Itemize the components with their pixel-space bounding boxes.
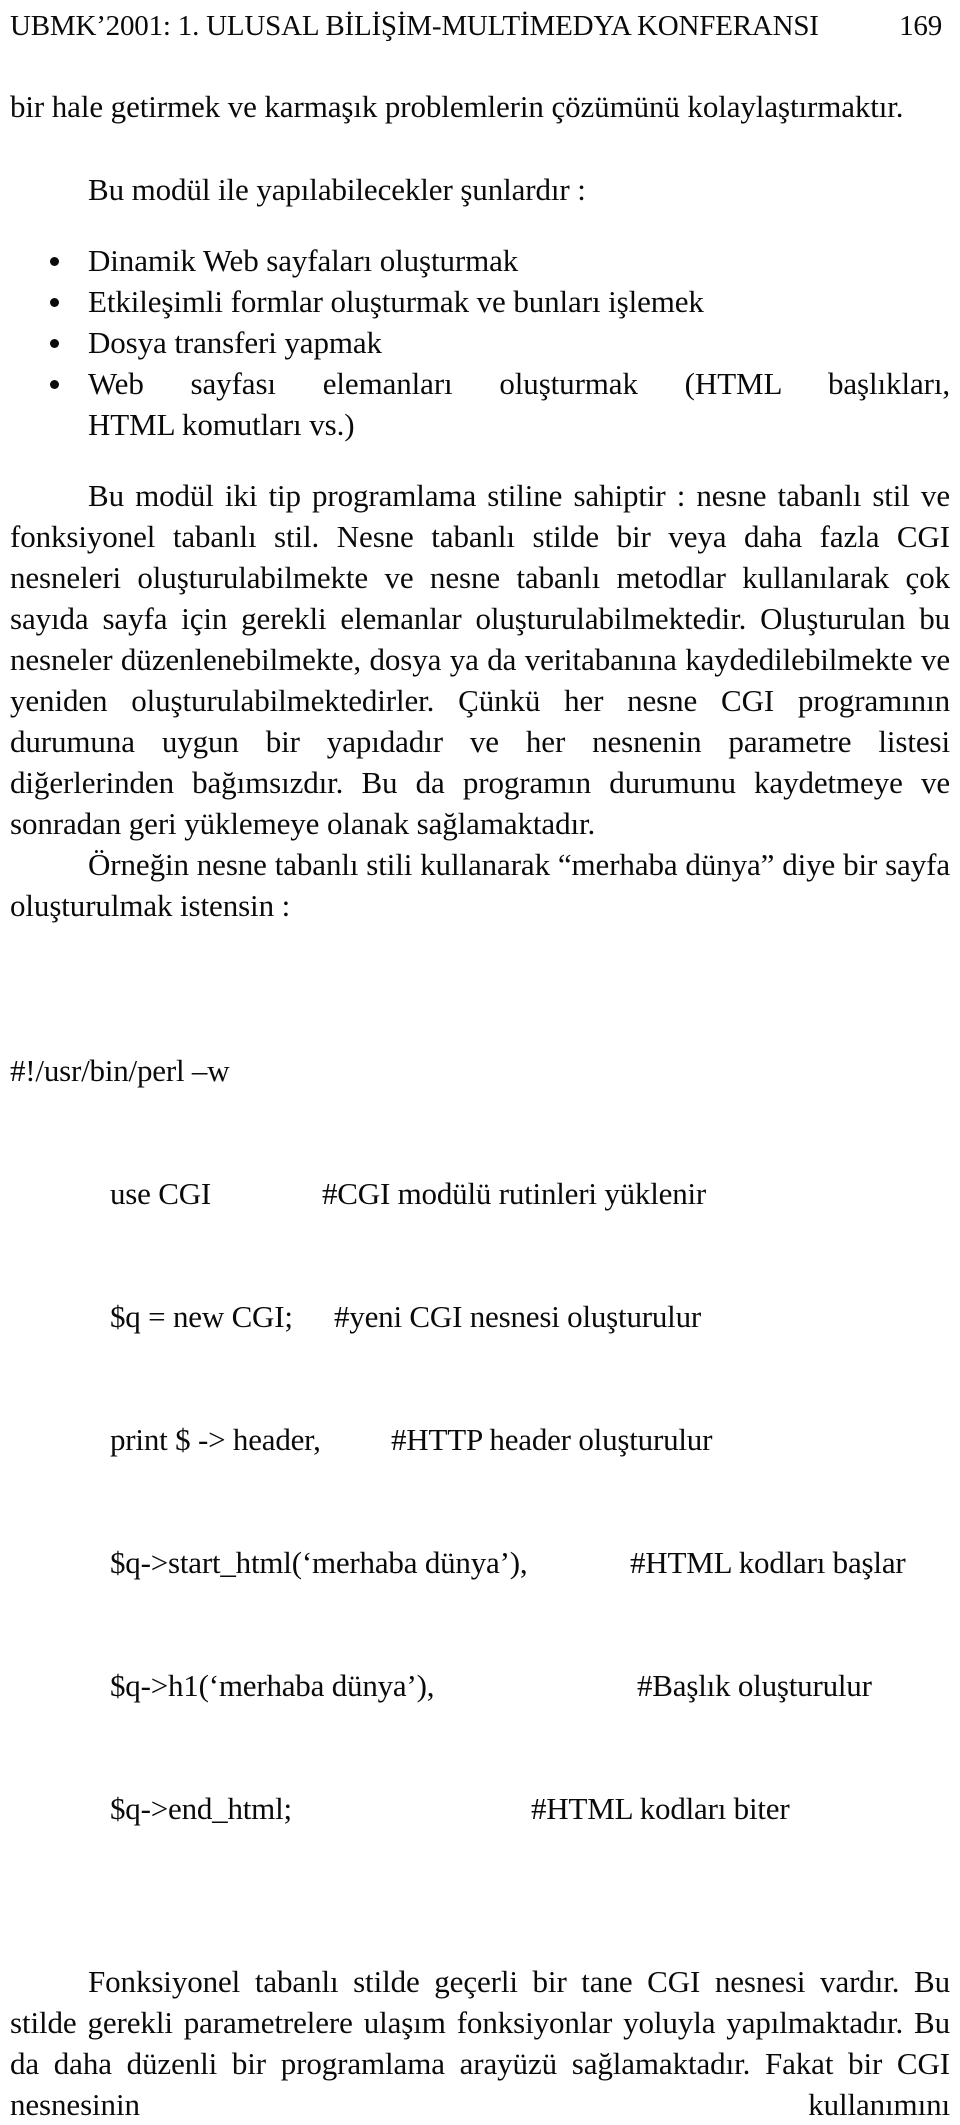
- code-source: $q->start_html(‘merhaba dünya’),: [110, 1545, 528, 1580]
- text-column: bir hale getirmek ve karmaşık problemler…: [10, 86, 950, 2125]
- paragraph-3: Bu modül iki tip programlama stiline sah…: [10, 478, 950, 841]
- list-item: Web sayfası elemanları oluşturmak (HTML …: [10, 363, 950, 445]
- paragraph-2: Bu modül ile yapılabilecekler şunlardır …: [88, 172, 586, 207]
- list-item-label: Web sayfası elemanları oluşturmak (HTML …: [88, 366, 950, 401]
- code-source: $q->h1(‘merhaba dünya’),: [110, 1668, 435, 1703]
- bullet-dot-icon: [50, 298, 59, 307]
- code-shebang: #!/usr/bin/perl –w: [10, 1053, 230, 1088]
- running-header: UBMK’2001: 1. ULUSAL BİLİŞİM-MULTİMEDYA …: [10, 8, 950, 52]
- paragraph-1: bir hale getirmek ve karmaşık problemler…: [10, 89, 904, 124]
- code-comment: #HTML kodları biter: [531, 1791, 790, 1826]
- list-item-label-continuation: HTML komutları vs.): [88, 407, 355, 442]
- list-item: Dosya transferi yapmak: [10, 322, 950, 363]
- code-line: $q->end_html; #HTML kodları biter: [10, 1788, 950, 1829]
- code-source: $q = new CGI;: [110, 1299, 293, 1334]
- code-source: use CGI: [110, 1176, 212, 1211]
- list-item: Etkileşimli formlar oluşturmak ve bunlar…: [10, 281, 950, 322]
- code-line: #!/usr/bin/perl –w: [10, 1050, 950, 1091]
- code-line: $q->h1(‘merhaba dünya’), #Başlık oluştur…: [10, 1665, 950, 1706]
- list-item-label: Dinamik Web sayfaları oluşturmak: [88, 243, 519, 278]
- code-comment: #CGI modülü rutinleri yüklenir: [322, 1176, 707, 1211]
- code-comment: #HTTP header oluşturulur: [391, 1422, 713, 1457]
- code-line: $q = new CGI; #yeni CGI nesnesi oluşturu…: [10, 1296, 950, 1337]
- code-comment: #yeni CGI nesnesi oluşturulur: [334, 1299, 702, 1334]
- document-page: UBMK’2001: 1. ULUSAL BİLİŞİM-MULTİMEDYA …: [0, 0, 960, 2122]
- code-line: use CGI #CGI modülü rutinleri yüklenir: [10, 1173, 950, 1214]
- code-source: print $ -> header,: [110, 1422, 321, 1457]
- paragraph-5: Fonksiyonel tabanlı stilde geçerli bir t…: [10, 1964, 950, 2122]
- code-line: $q->start_html(‘merhaba dünya’), #HTML k…: [10, 1542, 950, 1583]
- code-comment: #Başlık oluşturulur: [637, 1668, 872, 1703]
- list-item: Dinamik Web sayfaları oluşturmak: [10, 240, 950, 281]
- bullet-dot-icon: [50, 380, 59, 389]
- code-comment: #HTML kodları başlar: [630, 1545, 906, 1580]
- code-line: print $ -> header, #HTTP header oluşturu…: [10, 1419, 950, 1460]
- page-number: 169: [899, 10, 942, 42]
- bullet-dot-icon: [50, 339, 59, 348]
- list-item-label: Dosya transferi yapmak: [88, 325, 382, 360]
- conference-title: UBMK’2001: 1. ULUSAL BİLİŞİM-MULTİMEDYA …: [10, 10, 819, 42]
- code-listing: #!/usr/bin/perl –w use CGI #CGI modülü r…: [10, 968, 950, 1911]
- code-source: $q->end_html;: [110, 1791, 292, 1826]
- list-item-label: Etkileşimli formlar oluşturmak ve bunlar…: [88, 284, 704, 319]
- feature-bullet-list: Dinamik Web sayfaları oluşturmak Etkileş…: [10, 240, 950, 445]
- bullet-dot-icon: [50, 257, 59, 266]
- paragraph-4: Örneğin nesne tabanlı stili kullanarak “…: [10, 847, 950, 923]
